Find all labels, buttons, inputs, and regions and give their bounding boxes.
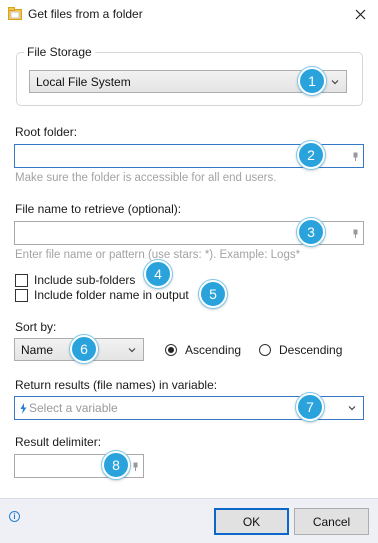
ascending-label: Ascending	[185, 343, 242, 357]
file-storage-legend: File Storage	[24, 45, 95, 59]
close-button[interactable]	[346, 2, 374, 26]
callout-badge-3: 3	[297, 218, 325, 246]
callout-badge-4: 4	[144, 260, 172, 288]
radio-dot[interactable]	[259, 344, 271, 356]
file-storage-value: Local File System	[36, 74, 131, 89]
variable-placeholder: Select a variable	[29, 401, 118, 415]
callout-badge-1: 1	[298, 67, 326, 95]
pin-icon[interactable]	[133, 462, 138, 471]
ok-button[interactable]: OK	[214, 508, 289, 535]
checkbox-box[interactable]	[15, 273, 28, 287]
include-folder-name-label: Include folder name in output	[34, 288, 189, 302]
include-subfolders-checkbox[interactable]: Include sub-folders	[15, 273, 135, 287]
callout-badge-8: 8	[102, 451, 130, 479]
pin-icon[interactable]	[353, 152, 358, 161]
lightning-icon	[20, 403, 27, 414]
root-folder-label: Root folder:	[15, 125, 78, 139]
descending-label: Descending	[279, 343, 343, 357]
callout-badge-2: 2	[297, 141, 325, 169]
include-subfolders-label: Include sub-folders	[34, 273, 136, 287]
close-icon	[355, 9, 365, 19]
radio-dot[interactable]	[165, 344, 177, 356]
chevron-down-icon	[331, 80, 339, 85]
chevron-down-icon	[128, 348, 136, 353]
callout-badge-6: 6	[70, 335, 98, 363]
window-title: Get files from a folder	[28, 7, 143, 21]
root-folder-hint: Make sure the folder is accessible for a…	[15, 172, 277, 184]
descending-radio[interactable]: Descending	[259, 343, 342, 357]
title-bar: Get files from a folder	[0, 0, 378, 30]
sort-by-value: Name	[21, 342, 54, 357]
cancel-button[interactable]: Cancel	[294, 508, 369, 535]
file-name-label: File name to retrieve (optional):	[15, 202, 182, 216]
callout-badge-7: 7	[296, 393, 324, 421]
return-results-label: Return results (file names) in variable:	[15, 378, 218, 392]
ascending-radio[interactable]: Ascending	[165, 343, 241, 357]
callout-badge-5: 5	[199, 280, 227, 308]
folder-icon	[8, 7, 22, 20]
sort-by-label: Sort by:	[15, 320, 57, 334]
include-folder-name-checkbox[interactable]: Include folder name in output	[15, 288, 189, 302]
chevron-down-icon	[348, 406, 356, 411]
checkbox-box[interactable]	[15, 288, 28, 302]
info-icon[interactable]: i	[9, 511, 20, 522]
pin-icon[interactable]	[353, 229, 358, 238]
result-delimiter-label: Result delimiter:	[15, 435, 102, 449]
